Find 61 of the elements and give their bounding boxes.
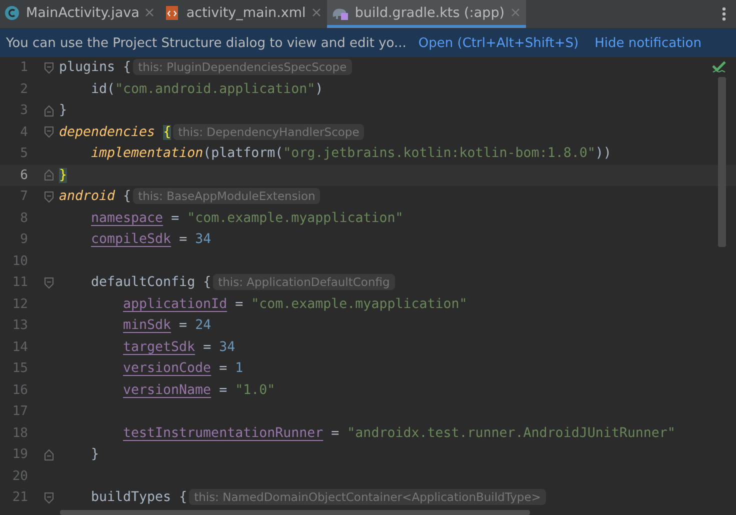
code-line: id("com.android.application") [91, 82, 324, 97]
fold-icon[interactable] [44, 104, 54, 117]
code-line: versionName = "1.0" [123, 382, 276, 398]
line-number: 14 [11, 340, 29, 355]
line-number: 11 [11, 275, 29, 290]
code-line: plugins { this: PluginDependenciesSpecScope [59, 60, 352, 76]
scrollbar[interactable] [60, 510, 530, 515]
fold-icon[interactable] [44, 448, 54, 461]
code-line: android { this: BaseAppModuleExtension [59, 189, 320, 204]
line-number: 15 [11, 361, 29, 376]
fold-icon[interactable] [44, 492, 54, 504]
code-line: implementation(platform("org.jetbrains.kotlin:kotlin-bom:1.8.0")) [91, 146, 612, 162]
line-number: 16 [11, 382, 29, 398]
close-icon[interactable] [145, 8, 154, 17]
line-number: 2 [19, 82, 29, 97]
fold-icon[interactable] [44, 169, 54, 182]
class-icon [4, 4, 20, 20]
fold-icon[interactable] [44, 126, 54, 138]
close-icon[interactable] [510, 8, 520, 17]
scrollbar[interactable] [718, 77, 726, 247]
close-icon[interactable] [312, 8, 321, 17]
code-line: } [91, 447, 100, 462]
code-line: namespace = "com.example.myapplication" [91, 210, 404, 226]
line-number: 8 [19, 210, 29, 226]
editor-tab[interactable]: MainActivity.java [0, 0, 160, 28]
code-line: testInstrumentationRunner = "androidx.test.runner.AndroidJUnitRunner" [123, 426, 676, 441]
line-number: 13 [11, 318, 29, 334]
line-number: 9 [19, 232, 29, 248]
xml-file-icon [164, 4, 180, 20]
fold-icon[interactable] [44, 190, 54, 203]
fold-icon[interactable] [44, 276, 54, 289]
code-line: applicationId = "com.example.myapplication" [123, 296, 468, 312]
editor-tab[interactable]: build.gradle.kts (:app) [326, 0, 526, 28]
line-number: 3 [19, 103, 29, 118]
notification-link[interactable]: Open (Ctrl+Alt+Shift+S) [418, 36, 579, 50]
line-number: 18 [11, 426, 29, 441]
code-line: compileSdk = 34 [91, 232, 212, 248]
line-number: 17 [11, 404, 29, 420]
line-number: 5 [19, 146, 29, 162]
code-line: targetSdk = 34 [123, 340, 236, 355]
line-number: 21 [11, 490, 29, 506]
line-number: 10 [11, 254, 29, 269]
code-line: versionCode = 1 [123, 361, 244, 376]
line-number: 4 [19, 124, 29, 140]
line-number: 1 [19, 60, 29, 76]
line-number: 20 [11, 468, 29, 484]
code-line: dependencies { this: DependencyHandlerScope [59, 124, 364, 140]
line-number: 19 [11, 447, 29, 462]
more-icon[interactable] [722, 7, 726, 21]
checkmark-icon [712, 61, 726, 73]
fold-icon[interactable] [44, 62, 54, 74]
code-line: } [59, 103, 68, 118]
line-number: 6 [19, 168, 29, 183]
code-line: minSdk = 24 [123, 318, 212, 334]
line-number: 12 [11, 296, 29, 312]
line-number: 7 [19, 189, 29, 204]
code-line: buildTypes { this: NamedDomainObjectContainer<ApplicationBuildType> [91, 490, 546, 506]
notification-link[interactable]: Hide notification [594, 36, 702, 50]
editor-tab[interactable]: activity_main.xml [160, 0, 327, 28]
code-line: defaultConfig { this: ApplicationDefaultConfig [91, 275, 395, 290]
notification-message: You can use the Project Structure dialog to view and edit yo... [6, 36, 406, 50]
